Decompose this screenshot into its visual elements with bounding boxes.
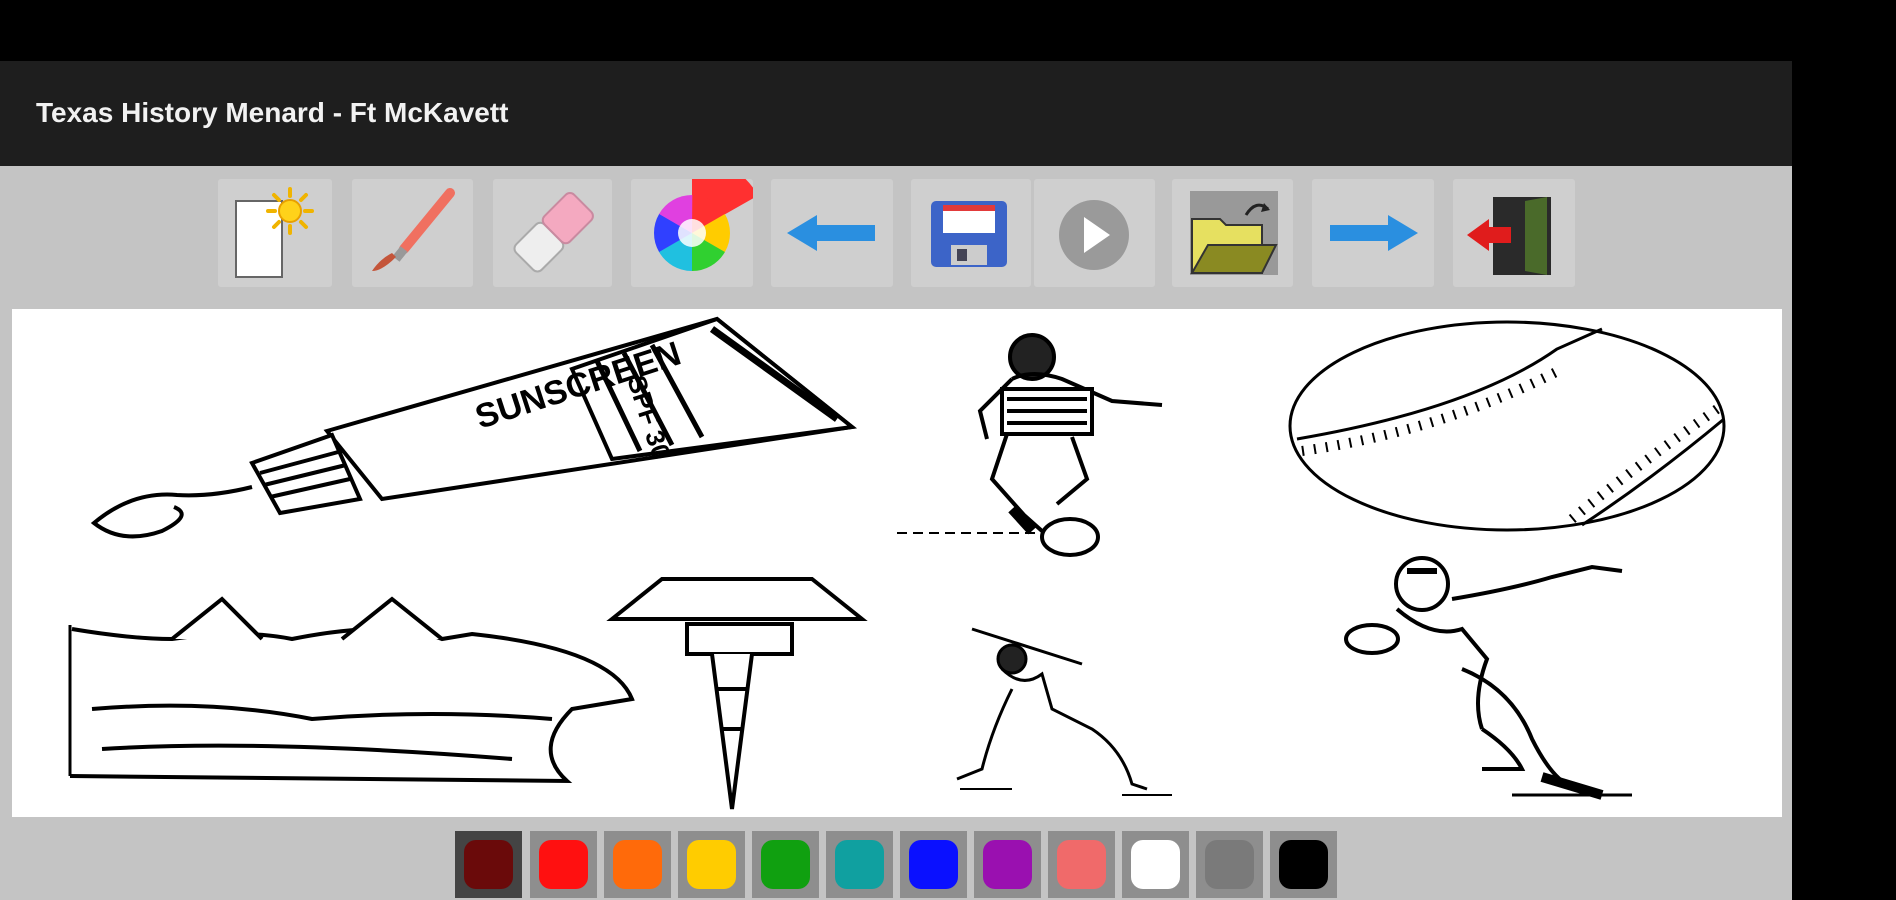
color-swatch-dark-red[interactable] xyxy=(455,831,522,898)
save-button[interactable] xyxy=(911,179,1031,287)
new-page-icon xyxy=(218,179,332,287)
swatch-chip xyxy=(687,840,736,889)
swatch-chip xyxy=(539,840,588,889)
swatch-chip xyxy=(983,840,1032,889)
color-swatch-teal[interactable] xyxy=(826,831,893,898)
color-swatch-blue[interactable] xyxy=(900,831,967,898)
color-swatch-white[interactable] xyxy=(1122,831,1189,898)
title-bar: Texas History Menard - Ft McKavett xyxy=(0,61,1792,166)
color-swatch-yellow[interactable] xyxy=(678,831,745,898)
soccer-player-drawing xyxy=(897,333,1163,557)
swatch-chip xyxy=(1057,840,1106,889)
window-title: Texas History Menard - Ft McKavett xyxy=(36,97,509,128)
brush-button[interactable] xyxy=(352,179,473,287)
swatch-chip xyxy=(761,840,810,889)
drawing-canvas[interactable]: SUNSCREEN SPF 30 xyxy=(12,309,1782,817)
next-button[interactable] xyxy=(1312,179,1434,287)
football-player-drawing xyxy=(1344,556,1632,800)
swatch-chip xyxy=(835,840,884,889)
color-wheel-button[interactable] xyxy=(631,179,753,287)
swatch-chip xyxy=(1131,840,1180,889)
play-icon xyxy=(1034,179,1155,287)
color-swatch-red[interactable] xyxy=(530,831,597,898)
color-swatch-purple[interactable] xyxy=(974,831,1041,898)
color-swatch-orange[interactable] xyxy=(604,831,671,898)
new-page-button[interactable] xyxy=(218,179,332,287)
swatch-chip xyxy=(464,840,513,889)
color-swatch-black[interactable] xyxy=(1270,831,1337,898)
exit-button[interactable] xyxy=(1453,179,1575,287)
swatch-chip xyxy=(1205,840,1254,889)
paintbrush-icon xyxy=(352,179,473,287)
sunscreen-tube-drawing: SUNSCREEN SPF 30 xyxy=(90,316,857,539)
eraser-button[interactable] xyxy=(493,179,612,287)
eraser-icon xyxy=(493,179,612,287)
play-button[interactable] xyxy=(1034,179,1155,287)
color-swatch-green[interactable] xyxy=(752,831,819,898)
swatch-chip xyxy=(909,840,958,889)
app-window: Texas History Menard - Ft McKavett SUNSC… xyxy=(0,61,1792,900)
lawn-lamp-drawing xyxy=(68,577,868,810)
arrow-right-icon xyxy=(1312,179,1434,287)
color-swatch-pink[interactable] xyxy=(1048,831,1115,898)
exit-door-icon xyxy=(1453,179,1575,287)
baseball-drawing xyxy=(1288,320,1726,532)
arrow-left-icon xyxy=(771,179,893,287)
swatch-chip xyxy=(1279,840,1328,889)
open-button[interactable] xyxy=(1172,179,1293,287)
swatch-chip xyxy=(613,840,662,889)
previous-button[interactable] xyxy=(771,179,893,287)
open-folder-icon xyxy=(1172,179,1293,287)
color-swatch-gray[interactable] xyxy=(1196,831,1263,898)
color-wheel-icon xyxy=(631,179,753,287)
baseball-batter-drawing xyxy=(956,627,1172,796)
floppy-disk-icon xyxy=(911,179,1031,287)
